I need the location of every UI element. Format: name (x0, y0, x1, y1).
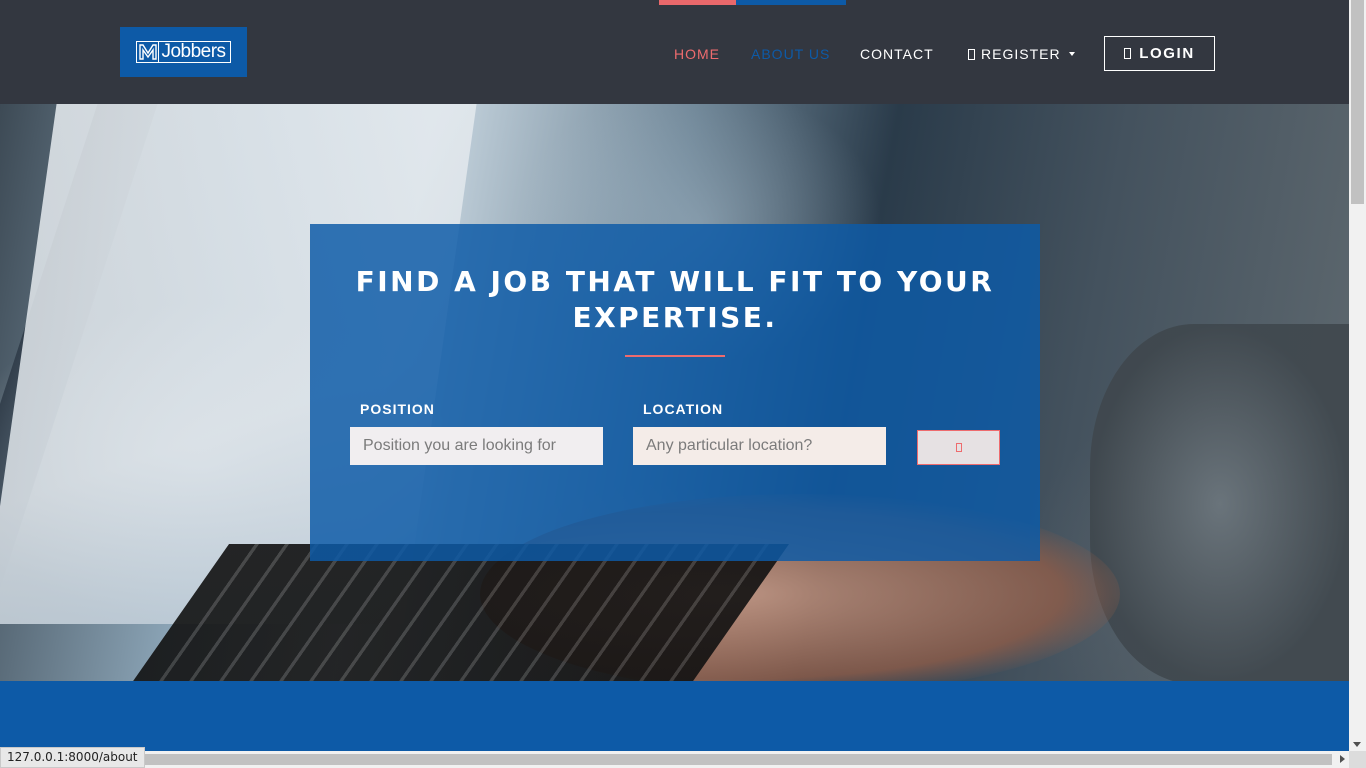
login-label: LOGIN (1139, 45, 1195, 62)
active-tab-indicator (659, 0, 736, 5)
site-logo[interactable]: Jobbers (120, 27, 247, 77)
location-input[interactable] (633, 427, 886, 465)
vertical-scroll-thumb[interactable] (1351, 0, 1364, 204)
nav-about-link[interactable]: ABOUT US (751, 46, 830, 62)
hero-title: FIND A JOB THAT WILL FIT TO YOUR EXPERTI… (355, 265, 995, 334)
logo-text: Jobbers (161, 41, 226, 62)
scrollbar-corner (1349, 751, 1366, 768)
search-button[interactable] (917, 430, 1000, 465)
position-label: POSITION (360, 401, 435, 417)
title-divider (625, 355, 725, 357)
nav-contact-link[interactable]: CONTACT (860, 46, 934, 62)
scroll-right-arrow-icon[interactable] (1340, 755, 1345, 763)
sign-in-icon (1124, 48, 1132, 59)
register-label: REGISTER (981, 46, 1061, 62)
user-icon (968, 48, 975, 60)
search-icon (955, 443, 962, 452)
status-bar-url: 127.0.0.1:8000/about (0, 747, 145, 768)
login-button[interactable]: LOGIN (1104, 36, 1215, 71)
hover-tab-indicator (736, 0, 846, 5)
navbar: Jobbers HOME ABOUT US CONTACT REGISTER L… (0, 0, 1349, 104)
hero-section: FIND A JOB THAT WILL FIT TO YOUR EXPERTI… (0, 104, 1349, 681)
hero-background-keyboard (130, 544, 790, 681)
horizontal-scrollbar[interactable] (0, 751, 1349, 768)
vertical-scrollbar[interactable] (1349, 0, 1366, 751)
caret-down-icon (1068, 52, 1075, 56)
blue-section-band (0, 681, 1349, 751)
logo-frame: Jobbers (136, 41, 231, 63)
position-input[interactable] (350, 427, 603, 465)
job-search-card: FIND A JOB THAT WILL FIT TO YOUR EXPERTI… (310, 224, 1040, 561)
nav-home-link[interactable]: HOME (674, 46, 720, 62)
hero-background-sleeve (1090, 324, 1349, 681)
horizontal-scroll-thumb[interactable] (122, 754, 1332, 765)
scroll-down-arrow-icon[interactable] (1353, 742, 1361, 747)
location-label: LOCATION (643, 401, 724, 417)
nav-register-dropdown[interactable]: REGISTER (968, 46, 1075, 62)
logo-m-icon (137, 42, 160, 62)
